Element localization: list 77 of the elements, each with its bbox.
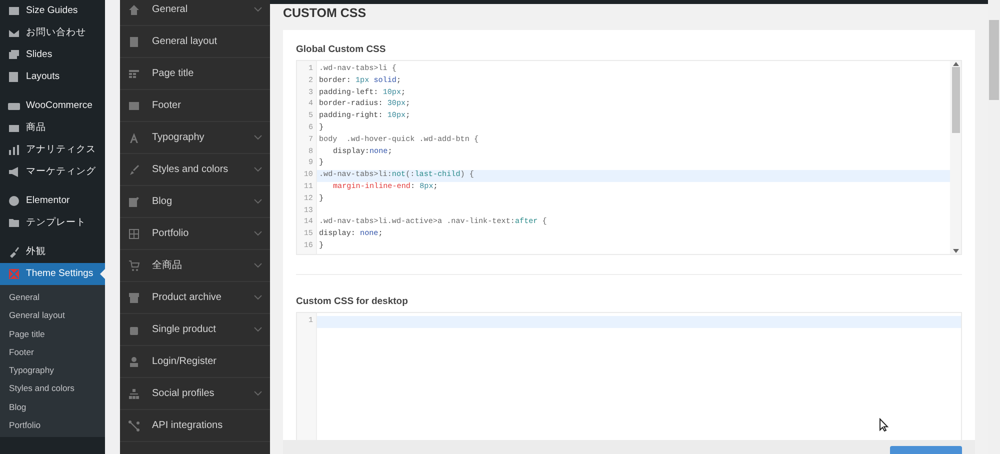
submenu-item[interactable]: General layout (0, 306, 105, 325)
footer-icon (128, 100, 140, 112)
section-title: CUSTOM CSS (282, 5, 368, 22)
menu-item[interactable]: Layouts (0, 66, 105, 88)
bar-chart-icon (8, 144, 20, 156)
submenu-item[interactable]: Blog (0, 398, 105, 416)
menu-item[interactable]: Slides (0, 44, 105, 66)
folder-icon (8, 217, 20, 229)
menu-item[interactable]: WooCommerce (0, 95, 105, 117)
chevron-down-icon (254, 391, 262, 396)
menu-item[interactable]: お問い合わせ (0, 22, 105, 44)
menu-item[interactable]: Theme Settings (0, 263, 105, 285)
settings-nav-item[interactable]: 全商品 (120, 250, 270, 282)
menu-item[interactable]: Elementor (0, 190, 105, 212)
menu-item[interactable]: 商品 (0, 117, 105, 139)
scroll-down-icon[interactable] (952, 248, 958, 254)
home-icon (128, 4, 140, 16)
submenu-item[interactable]: Typography (0, 361, 105, 380)
chevron-down-icon (254, 135, 262, 140)
note-icon (128, 196, 140, 208)
chevron-down-icon (254, 327, 262, 332)
menu-item[interactable]: アナリティクス (0, 139, 105, 161)
cart-icon (128, 260, 140, 272)
letter-a-icon (128, 132, 140, 144)
table-icon (128, 68, 140, 80)
settings-nav-item[interactable]: Typography (120, 122, 270, 154)
settings-nav-item[interactable]: Product archive (120, 282, 270, 314)
network-icon (128, 388, 140, 400)
mouse-cursor-icon (879, 418, 889, 432)
chevron-down-icon (254, 199, 262, 204)
menu-item[interactable]: テンプレート (0, 212, 105, 234)
chevron-down-icon (254, 295, 262, 300)
field-label: Global Custom CSS (296, 43, 387, 57)
settings-nav-item[interactable]: Page title (120, 58, 270, 90)
brush-icon (128, 164, 140, 176)
logo-icon (8, 268, 20, 280)
images-icon (8, 49, 20, 61)
chevron-down-icon (254, 167, 262, 172)
megaphone-icon (8, 166, 20, 178)
layout-icon (128, 36, 140, 48)
field-label: Custom CSS for desktop (296, 295, 409, 309)
circle-icon (8, 195, 20, 207)
submenu-item[interactable]: Page title (0, 324, 105, 343)
chevron-down-icon (254, 263, 262, 268)
settings-nav-item[interactable]: Social profiles (120, 378, 270, 410)
settings-nav-item[interactable]: API integrations (120, 410, 270, 442)
chevron-down-icon (254, 231, 262, 236)
menu-item[interactable]: マーケティング (0, 161, 105, 183)
user-icon (128, 356, 140, 368)
submenu-item[interactable]: Footer (0, 342, 105, 362)
shop-icon (128, 292, 140, 304)
settings-nav-item[interactable]: Portfolio (120, 218, 270, 250)
settings-nav-item[interactable]: Single product (120, 314, 270, 346)
menu-item[interactable]: 外観 (0, 241, 105, 263)
layout-icon (8, 71, 20, 83)
settings-nav-item[interactable]: Styles and colors (120, 154, 270, 186)
settings-nav-item[interactable]: General layout (120, 26, 270, 58)
settings-nav-item[interactable]: Blog (120, 186, 270, 218)
grid-icon (8, 5, 20, 17)
settings-nav-item[interactable]: Login/Register (120, 346, 270, 378)
settings-nav-item[interactable]: General (120, 0, 270, 26)
connector-icon (128, 420, 140, 432)
grid-icon (128, 228, 140, 240)
brush-icon (8, 246, 20, 258)
chevron-down-icon (254, 7, 262, 12)
store-icon (8, 100, 20, 112)
scrollbar-thumb[interactable] (989, 20, 999, 100)
menu-item[interactable]: Size Guides (0, 0, 105, 22)
box-icon (8, 122, 20, 134)
scrollbar-thumb[interactable] (952, 67, 960, 133)
action-button[interactable] (890, 446, 962, 454)
submenu-item[interactable]: General (0, 288, 105, 306)
editor-scrollbar[interactable] (950, 61, 961, 254)
submenu-item[interactable]: Styles and colors (0, 379, 105, 398)
submenu-item[interactable]: Portfolio (0, 416, 105, 434)
settings-nav-item[interactable]: Footer (120, 90, 270, 122)
envelope-icon (8, 27, 20, 39)
